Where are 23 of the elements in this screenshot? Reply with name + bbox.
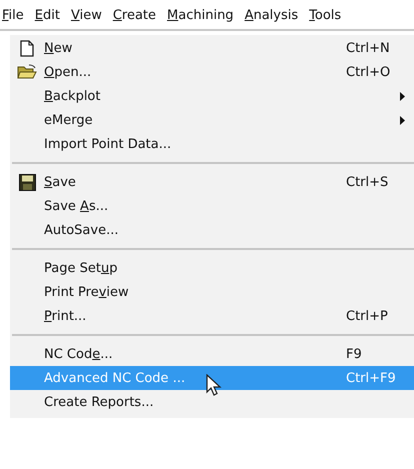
menu-title[interactable]: Tools — [307, 8, 342, 23]
menu-item[interactable]: NC Code... F9 — [10, 342, 414, 366]
menu-item[interactable]: Page Setup — [10, 256, 414, 280]
menu-title[interactable]: Edit — [32, 8, 60, 23]
menu-item[interactable]: New Ctrl+N — [10, 36, 414, 60]
menu-item[interactable]: Save As... — [10, 194, 414, 218]
menu-item[interactable]: eMerge — [10, 108, 414, 132]
document-icon — [20, 40, 34, 56]
folder-icon — [17, 64, 37, 80]
mouse-pointer-icon — [206, 374, 222, 396]
menu-item[interactable]: Open... Ctrl+O — [10, 60, 414, 84]
menu-item[interactable]: Backplot — [10, 84, 414, 108]
menu-title[interactable]: Analysis — [242, 8, 298, 23]
menu-item[interactable]: AutoSave... — [10, 218, 414, 242]
menu-item[interactable]: Import Point Data... — [10, 132, 414, 156]
menu-title[interactable]: View — [68, 8, 102, 23]
menu-item[interactable]: Create Reports... — [10, 390, 414, 414]
menu-item[interactable]: Print Preview — [10, 280, 414, 304]
menu-title[interactable]: File — [0, 8, 24, 23]
menu-title[interactable]: Create — [110, 8, 156, 23]
menu-item[interactable]: Print... Ctrl+P — [10, 304, 414, 328]
menu-title[interactable]: Machining — [165, 8, 234, 23]
menu-item[interactable]: Save Ctrl+S — [10, 170, 414, 194]
